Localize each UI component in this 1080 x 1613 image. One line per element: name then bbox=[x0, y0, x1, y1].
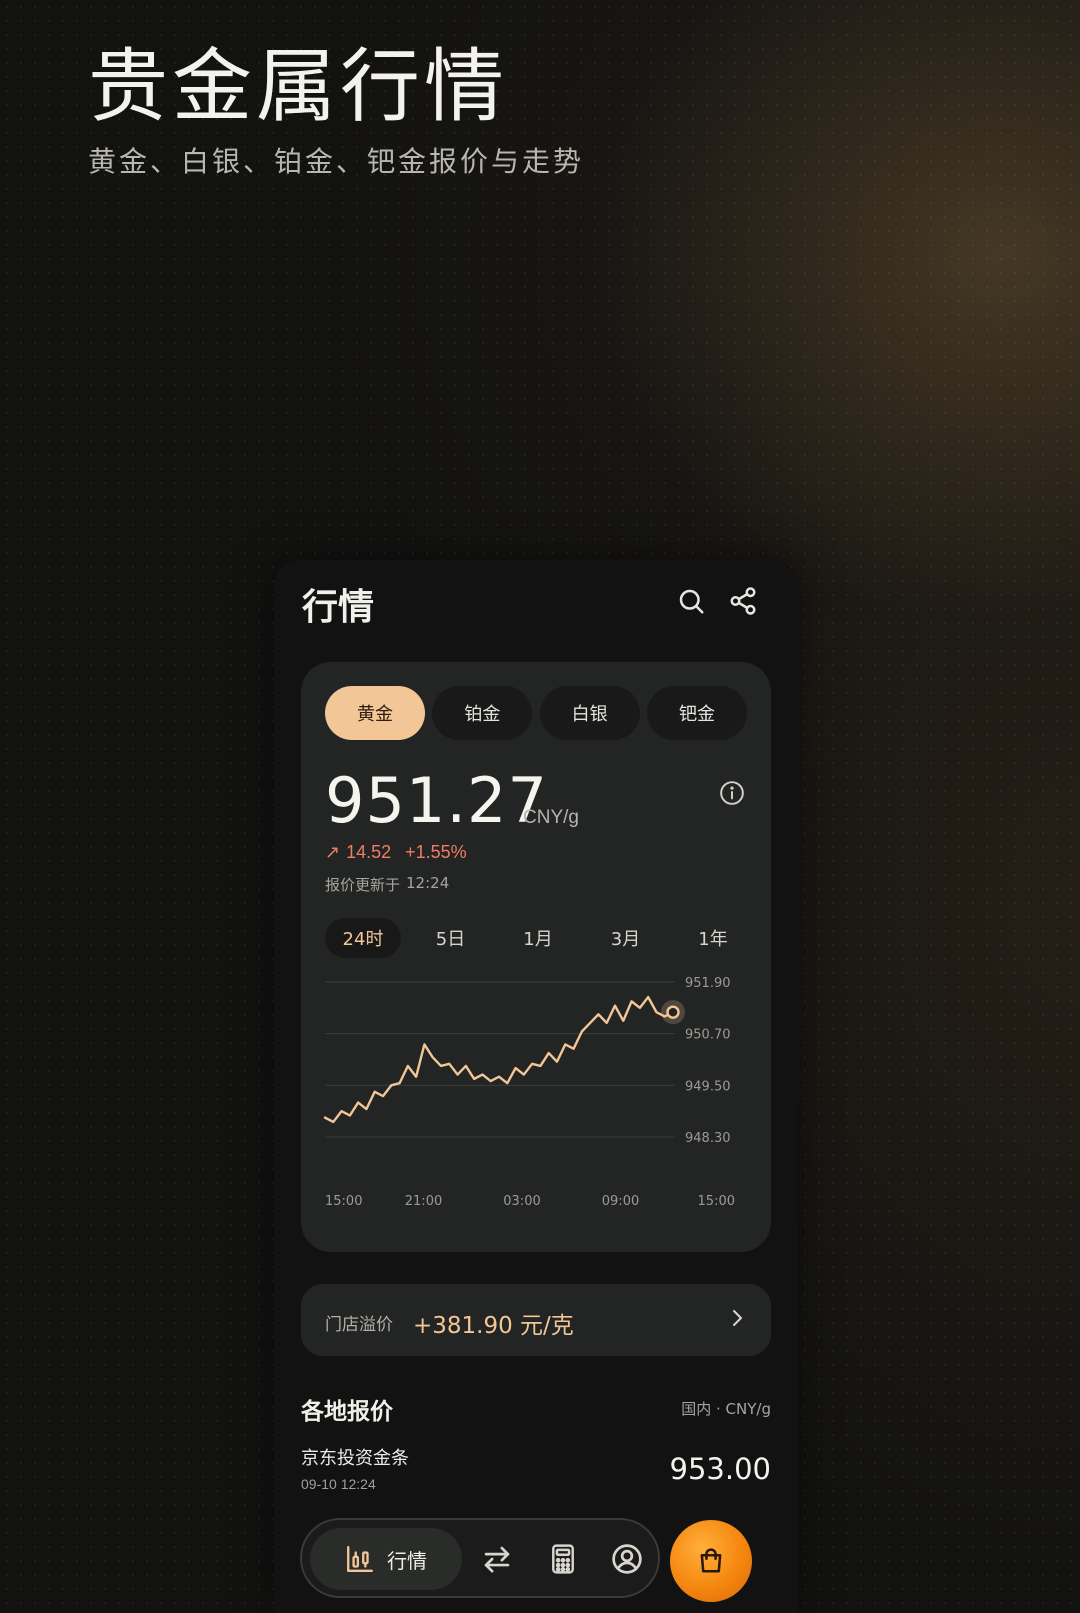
price-line bbox=[323, 995, 675, 1124]
share-icon[interactable] bbox=[728, 586, 762, 620]
metal-tab-silver[interactable]: 白银 bbox=[539, 686, 640, 740]
y-tick-label: 948.30 bbox=[685, 1131, 731, 1146]
quote-card: 黄金 铂金 白银 钯金 951.27 CNY/g ↗ 14.52 +1.55% … bbox=[301, 662, 771, 1252]
premium-label: 门店溢价 bbox=[325, 1315, 393, 1335]
regional-meta: 国内 · CNY/g bbox=[681, 1400, 771, 1418]
hero-subtitle: 黄金、白银、铂金、钯金报价与走势 bbox=[88, 145, 585, 178]
chart-icon bbox=[347, 1546, 373, 1572]
price-change: ↗ 14.52 +1.55% bbox=[325, 842, 467, 863]
x-tick-label: 15:00 bbox=[698, 1194, 735, 1209]
range-tab-3m[interactable]: 3月 bbox=[588, 918, 664, 958]
regional-title: 各地报价 bbox=[301, 1399, 393, 1425]
page-title: 行情 bbox=[302, 587, 375, 628]
x-tick-label: 03:00 bbox=[503, 1194, 540, 1209]
y-tick-label: 949.50 bbox=[685, 1079, 731, 1094]
updated-time: 12:24 bbox=[406, 874, 450, 892]
x-tick-label: 21:00 bbox=[405, 1194, 442, 1209]
quote-row-time: 09-10 12:24 bbox=[301, 1476, 376, 1492]
bottom-nav: 行情 bbox=[300, 1518, 660, 1598]
calculator-icon[interactable] bbox=[546, 1542, 580, 1576]
range-tab-1y[interactable]: 1年 bbox=[675, 918, 751, 958]
y-tick-label: 951.90 bbox=[685, 976, 731, 991]
range-tab-1m[interactable]: 1月 bbox=[500, 918, 576, 958]
quote-row-name[interactable]: 京东投资金条 bbox=[301, 1444, 409, 1470]
x-tick-label: 15:00 bbox=[325, 1194, 362, 1209]
shopping-bag-icon bbox=[700, 1548, 722, 1573]
price-chart: 951.90 950.70 949.50 948.30 15:00 21:00 03:00 0… bbox=[323, 976, 735, 1209]
app-header: 行情 bbox=[302, 578, 770, 638]
current-price: 951.27 bbox=[325, 764, 548, 837]
quote-row-price: 953.00 bbox=[669, 1452, 771, 1486]
metal-tabs: 黄金 铂金 白银 钯金 bbox=[325, 686, 747, 740]
change-percent: +1.55% bbox=[405, 842, 467, 862]
chevron-right-icon bbox=[725, 1306, 749, 1330]
info-icon[interactable] bbox=[719, 780, 745, 806]
exchange-icon[interactable] bbox=[480, 1542, 514, 1576]
hero-title: 贵金属行情 bbox=[88, 40, 508, 133]
price-unit: CNY/g bbox=[523, 807, 579, 828]
x-tick-label: 09:00 bbox=[602, 1194, 639, 1209]
arrow-up-right-icon: ↗ bbox=[325, 842, 341, 862]
y-tick-label: 950.70 bbox=[685, 1028, 731, 1043]
metal-tab-gold[interactable]: 黄金 bbox=[325, 686, 425, 740]
range-tab-24h[interactable]: 24时 bbox=[325, 918, 401, 958]
range-tabs: 24时 5日 1月 3月 1年 bbox=[325, 918, 751, 960]
user-icon[interactable] bbox=[610, 1542, 644, 1576]
updated-label: 报价更新于 bbox=[325, 876, 401, 894]
shop-button[interactable] bbox=[670, 1520, 752, 1602]
nav-label-market: 行情 bbox=[387, 1548, 427, 1573]
update-info: 报价更新于 12:24 bbox=[325, 874, 449, 895]
search-icon[interactable] bbox=[676, 586, 710, 620]
premium-value: +381.90 元/克 bbox=[413, 1313, 574, 1339]
last-point bbox=[666, 1005, 680, 1019]
change-amount: 14.52 bbox=[346, 842, 392, 862]
range-tab-5d[interactable]: 5日 bbox=[413, 918, 489, 958]
metal-tab-palladium[interactable]: 钯金 bbox=[646, 686, 747, 740]
nav-item-market[interactable]: 行情 bbox=[310, 1528, 462, 1590]
metal-tab-platinum[interactable]: 铂金 bbox=[432, 686, 533, 740]
store-premium-row[interactable]: 门店溢价 +381.90 元/克 bbox=[301, 1284, 771, 1356]
phone-frame: 行情 黄金 铂金 白银 钯金 951.27 CNY/g ↗ 14.52 +1.5… bbox=[274, 560, 798, 1613]
